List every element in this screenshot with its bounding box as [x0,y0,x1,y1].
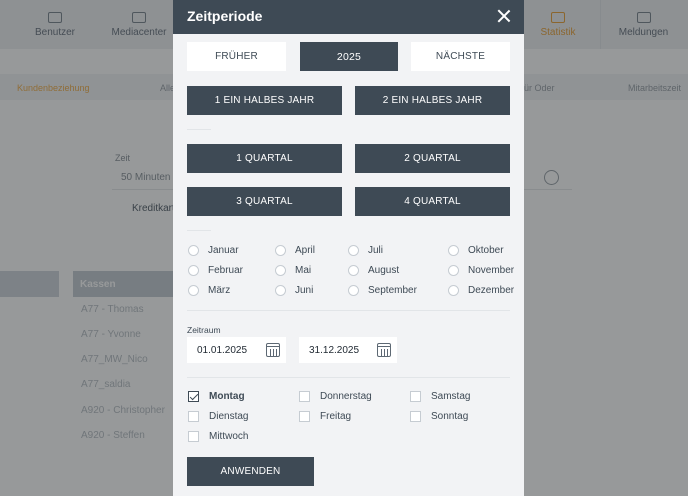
current-year-button[interactable]: 2025 [300,42,398,71]
divider [187,230,211,231]
month-oktober-radio[interactable]: Oktober [448,245,504,256]
quarter-1-button[interactable]: 1 QUARTAL [187,144,342,173]
date-range-label: Zeitraum [187,325,221,335]
time-period-dialog: Zeitperiode FRÜHER 2025 NÄCHSTE 1 EIN HA… [173,0,524,496]
quarter-3-button[interactable]: 3 QUARTAL [187,187,342,216]
check-icon [188,391,199,402]
previous-year-button[interactable]: FRÜHER [187,42,286,71]
dialog-header: Zeitperiode [173,0,524,34]
weekday-dienstag-checkbox[interactable]: Dienstag [188,411,248,422]
divider [187,129,211,130]
month-november-radio[interactable]: November [448,265,514,276]
quarter-2-button[interactable]: 2 QUARTAL [355,144,510,173]
half-year-2-button[interactable]: 2 EIN HALBES JAHR [355,86,510,115]
calendar-icon[interactable] [266,343,280,357]
month-juni-radio[interactable]: Juni [275,285,313,296]
month-september-radio[interactable]: September [348,285,417,296]
apply-button[interactable]: ANWENDEN [187,457,314,486]
dialog-title: Zeitperiode [187,8,263,24]
quarter-4-button[interactable]: 4 QUARTAL [355,187,510,216]
date-from-input[interactable]: 01.01.2025 [187,337,286,363]
date-to-input[interactable]: 31.12.2025 [299,337,397,363]
month-april-radio[interactable]: April [275,245,315,256]
month-juli-radio[interactable]: Juli [348,245,383,256]
weekday-mittwoch-checkbox[interactable]: Mittwoch [188,431,248,442]
close-icon[interactable] [497,9,511,23]
month-dezember-radio[interactable]: Dezember [448,285,514,296]
weekday-sonntag-checkbox[interactable]: Sonntag [410,411,468,422]
month-januar-radio[interactable]: Januar [188,245,239,256]
calendar-icon[interactable] [377,343,391,357]
month-mai-radio[interactable]: Mai [275,265,311,276]
divider [187,310,510,311]
month-maerz-radio[interactable]: März [188,285,230,296]
half-year-1-button[interactable]: 1 EIN HALBES JAHR [187,86,342,115]
divider [187,377,510,378]
weekday-freitag-checkbox[interactable]: Freitag [299,411,351,422]
weekday-montag-checkbox[interactable]: Montag [188,391,245,402]
weekday-donnerstag-checkbox[interactable]: Donnerstag [299,391,372,402]
month-februar-radio[interactable]: Februar [188,265,243,276]
weekday-samstag-checkbox[interactable]: Samstag [410,391,470,402]
month-august-radio[interactable]: August [348,265,399,276]
next-year-button[interactable]: NÄCHSTE [411,42,510,71]
